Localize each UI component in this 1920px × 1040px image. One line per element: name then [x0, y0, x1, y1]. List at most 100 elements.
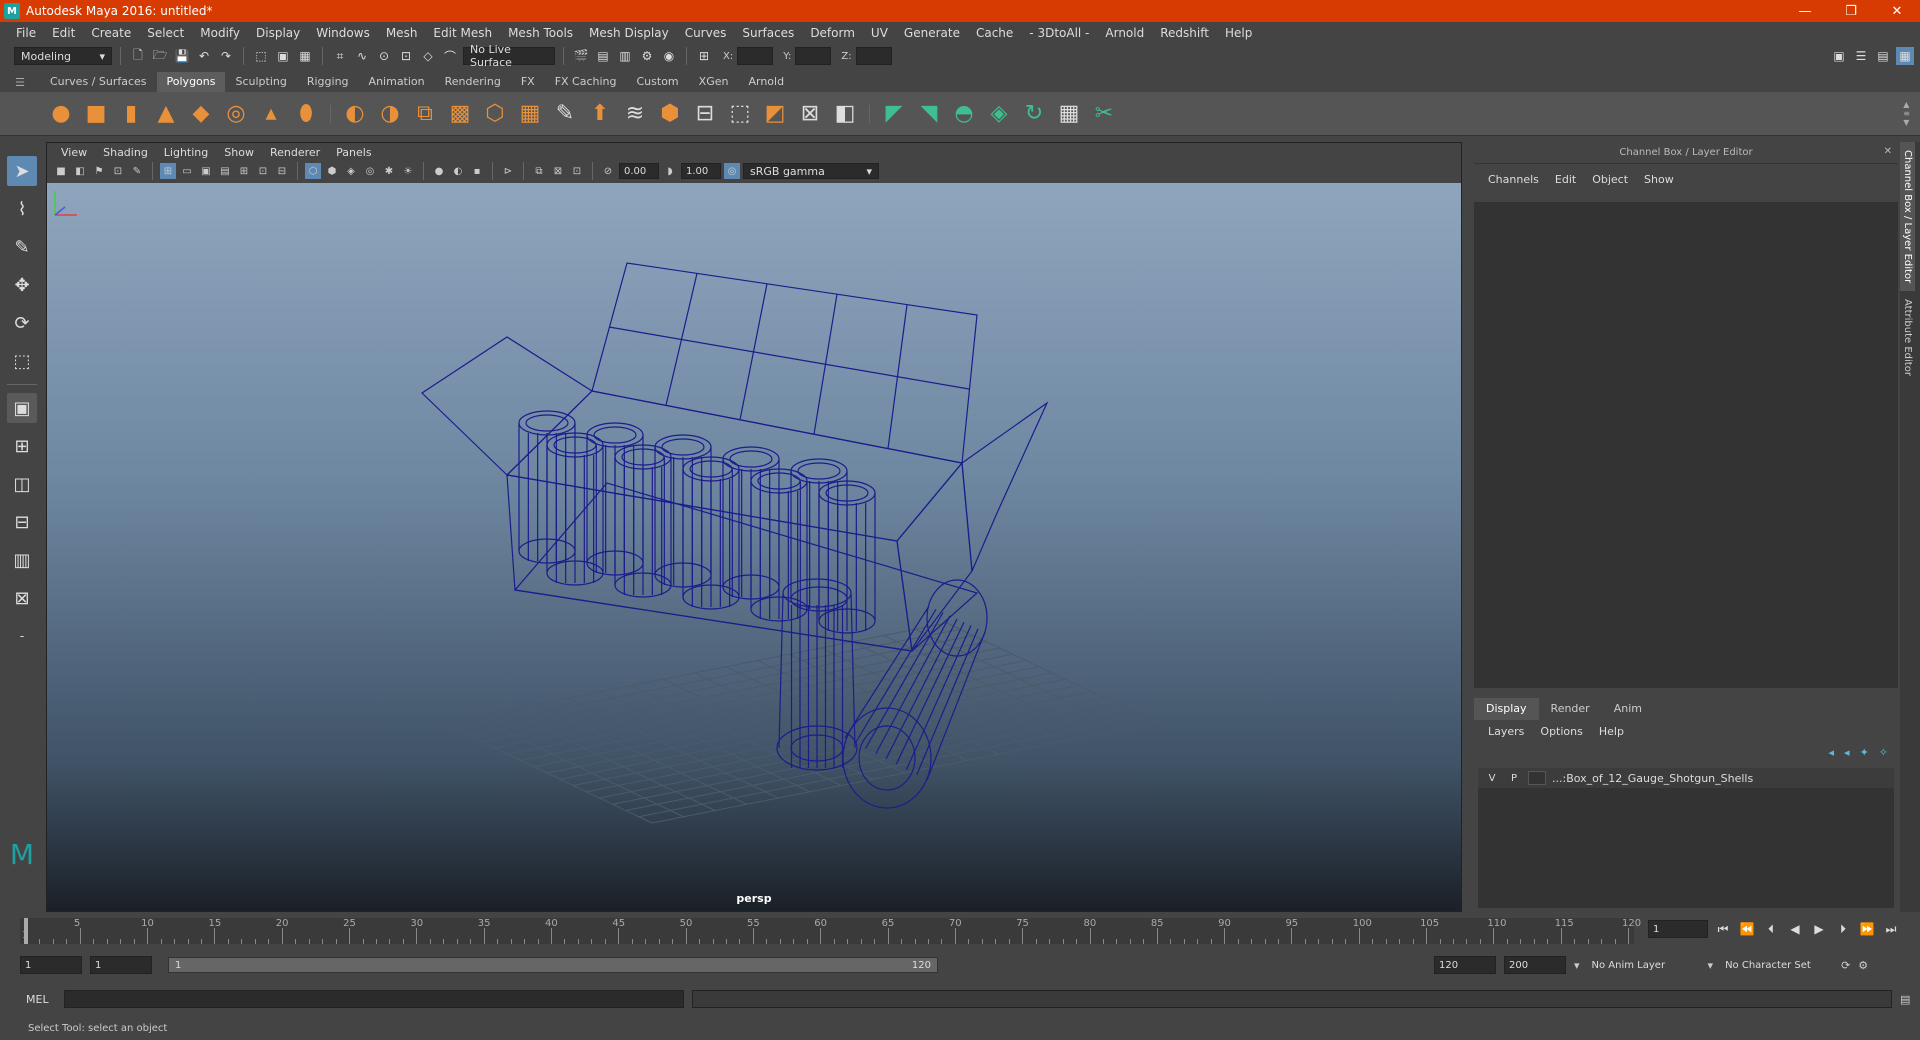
snap-grid-icon[interactable]: ⌗ [331, 47, 349, 65]
render-frame-icon[interactable]: ▤ [594, 47, 612, 65]
menu-create[interactable]: Create [83, 26, 139, 40]
fill-hole-icon[interactable]: ⬚ [725, 99, 755, 129]
wireframe-on-shaded-icon[interactable]: ◈ [343, 163, 359, 179]
playback-end-field[interactable]: 120 [1434, 956, 1496, 974]
tab-rigging[interactable]: Rigging [297, 72, 359, 92]
snap-surface-icon[interactable]: ◇ [419, 47, 437, 65]
side-tab-attribute-editor[interactable]: Attribute Editor [1900, 291, 1915, 384]
tab-fx[interactable]: FX [511, 72, 545, 92]
render-view-icon[interactable]: 🎬 [572, 47, 590, 65]
menu-mesh-display[interactable]: Mesh Display [581, 26, 677, 40]
step-back-icon[interactable]: ⏪ [1738, 922, 1756, 936]
poly-plane-icon[interactable]: ◆ [186, 99, 216, 129]
chevron-down-icon[interactable]: ▾ [1708, 959, 1714, 972]
gamma-icon[interactable]: ◗ [662, 163, 678, 179]
attribute-editor-toggle-icon[interactable]: ☰ [1852, 47, 1870, 65]
persp-graph-layout-icon[interactable]: ⊟ [7, 507, 37, 537]
cb-menu-object[interactable]: Object [1584, 173, 1636, 186]
spherical-uv-icon[interactable]: ◓ [949, 99, 979, 129]
poly-cylinder-icon[interactable]: ▮ [116, 99, 146, 129]
select-object-icon[interactable]: ▣ [274, 47, 292, 65]
select-tool-icon[interactable]: ➤ [7, 156, 37, 186]
xray-components-icon[interactable]: ⊡ [569, 163, 585, 179]
shelf-options-icon[interactable]: ≡ [1903, 109, 1910, 118]
shelf-scroll-up-icon[interactable]: ▲ [1903, 100, 1910, 109]
undo-icon[interactable]: ↶ [195, 47, 213, 65]
layer-menu-options[interactable]: Options [1532, 722, 1590, 742]
new-empty-layer-icon[interactable]: ✦ [1860, 746, 1869, 759]
channel-box-toggle-icon[interactable]: ▦ [1896, 47, 1914, 65]
close-button[interactable]: ✕ [1874, 0, 1920, 22]
combine-icon[interactable]: ◐ [340, 99, 370, 129]
cb-menu-edit[interactable]: Edit [1547, 173, 1584, 186]
play-forwards-icon[interactable]: ▶ [1810, 922, 1828, 936]
layer-row[interactable]: V P ...:Box_of_12_Gauge_Shotgun_Shells [1478, 768, 1894, 788]
poly-cube-icon[interactable]: ■ [81, 99, 111, 129]
grid-icon[interactable]: ⊞ [160, 163, 176, 179]
tab-xgen[interactable]: XGen [689, 72, 739, 92]
insert-edge-loop-icon[interactable]: ◧ [830, 99, 860, 129]
viewport-menu-view[interactable]: View [53, 146, 95, 159]
step-forward-key-icon[interactable]: ⏵ [1834, 922, 1852, 937]
layer-menu-help[interactable]: Help [1591, 722, 1632, 742]
poly-torus-icon[interactable]: ◎ [221, 99, 251, 129]
tool-settings-toggle-icon[interactable]: ▤ [1874, 47, 1892, 65]
menu-select[interactable]: Select [139, 26, 192, 40]
x-field[interactable] [737, 47, 774, 65]
playback-start-field[interactable]: 1 [90, 956, 152, 974]
menu-arnold[interactable]: Arnold [1097, 26, 1152, 40]
viewport-menu-lighting[interactable]: Lighting [156, 146, 216, 159]
xray-icon[interactable]: ⧉ [531, 163, 547, 179]
play-backwards-icon[interactable]: ◀ [1786, 922, 1804, 936]
tab-display-layers[interactable]: Display [1474, 698, 1539, 720]
select-hierarchy-icon[interactable]: ⬚ [252, 47, 270, 65]
menuset-dropdown[interactable]: Modeling ▾ [14, 47, 112, 65]
tab-animation[interactable]: Animation [359, 72, 435, 92]
current-frame-field[interactable]: 1 [1648, 920, 1708, 938]
save-scene-icon[interactable]: 💾 [173, 47, 191, 65]
live-surface-field[interactable]: No Live Surface [463, 43, 555, 69]
automatic-uv-icon[interactable]: ◈ [984, 99, 1014, 129]
reduce-icon[interactable]: ⬡ [480, 99, 510, 129]
cb-menu-show[interactable]: Show [1636, 173, 1682, 186]
view-transform-dropdown[interactable]: sRGB gamma ▾ [743, 163, 879, 179]
four-view-layout-icon[interactable]: ⊞ [7, 431, 37, 461]
viewport-menu-shading[interactable]: Shading [95, 146, 156, 159]
checker-icon[interactable]: ▦ [1054, 99, 1084, 129]
poly-sphere-icon[interactable]: ● [46, 99, 76, 129]
exposure-field[interactable]: 0.00 [619, 163, 659, 179]
menu-file[interactable]: File [8, 26, 44, 40]
rotate-tool-icon[interactable]: ⟳ [7, 308, 37, 338]
gate-mask-icon[interactable]: ▤ [217, 163, 233, 179]
single-perspective-layout-icon[interactable]: ▣ [7, 393, 37, 423]
input-mode-icon[interactable]: ⊞ [695, 47, 713, 65]
menu-3dtoall[interactable]: - 3DtoAll - [1021, 26, 1097, 40]
y-field[interactable] [795, 47, 832, 65]
script-editor-icon[interactable]: ▤ [1900, 993, 1910, 1006]
tab-render-layers[interactable]: Render [1539, 698, 1602, 720]
menu-uv[interactable]: UV [863, 26, 896, 40]
menu-surfaces[interactable]: Surfaces [734, 26, 802, 40]
chevron-down-icon[interactable]: ▾ [1574, 959, 1580, 972]
resolution-gate-icon[interactable]: ▣ [198, 163, 214, 179]
collapse-icon[interactable]: ⊠ [795, 99, 825, 129]
ipr-render-icon[interactable]: ▥ [616, 47, 634, 65]
range-bar[interactable]: 1 120 [168, 957, 938, 973]
step-forward-icon[interactable]: ⏩ [1858, 922, 1876, 936]
smooth-icon[interactable]: ▩ [445, 99, 475, 129]
tab-anim-layers[interactable]: Anim [1602, 698, 1654, 720]
viewport-menu-renderer[interactable]: Renderer [262, 146, 328, 159]
move-layer-down-icon[interactable]: ◂ [1844, 746, 1850, 759]
menu-display[interactable]: Display [248, 26, 308, 40]
persp-outliner-layout-icon[interactable]: ◫ [7, 469, 37, 499]
shadows-icon[interactable]: ☀ [400, 163, 416, 179]
bridge-icon[interactable]: ≋ [620, 99, 650, 129]
bookmark-icon[interactable]: ⚑ [91, 163, 107, 179]
animation-start-field[interactable]: 1 [20, 956, 82, 974]
mirror-icon[interactable]: ⧉ [410, 99, 440, 129]
cb-menu-channels[interactable]: Channels [1480, 173, 1547, 186]
channel-box-body[interactable] [1474, 202, 1898, 688]
menu-help[interactable]: Help [1217, 26, 1260, 40]
poly-pipe-icon[interactable]: ⬮ [291, 99, 321, 129]
perspective-viewport[interactable]: persp [47, 183, 1461, 911]
